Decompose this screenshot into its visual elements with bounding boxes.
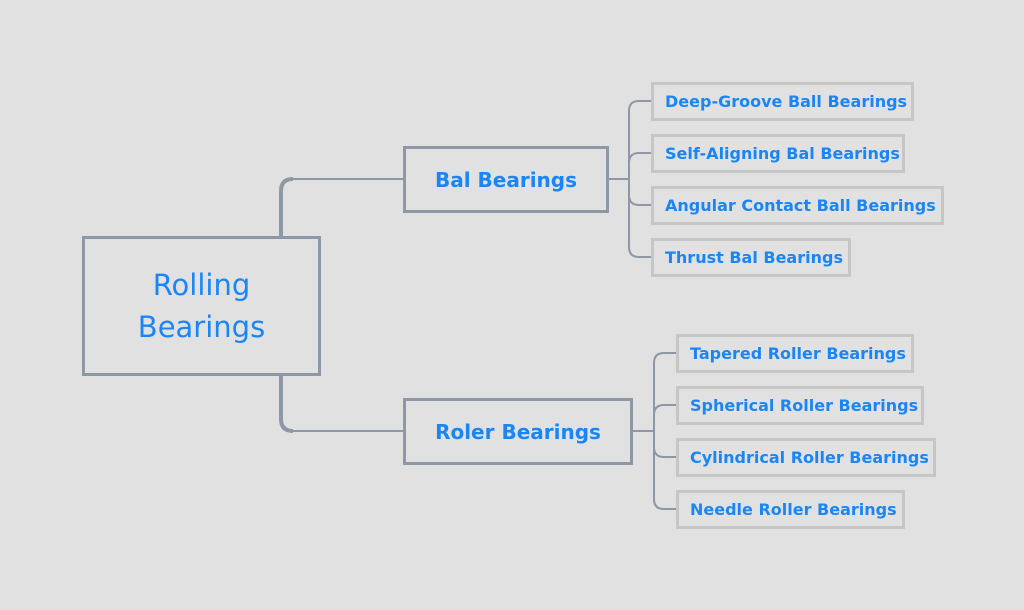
leaf-node-self-aligning[interactable]: Self-Aligning Bal Bearings [651, 134, 905, 173]
leaf-node-tapered[interactable]: Tapered Roller Bearings [676, 334, 914, 373]
leaf-node-thrust[interactable]: Thrust Bal Bearings [651, 238, 851, 277]
connector-roler-to-tapered [653, 352, 676, 431]
connector-root-to-bal [280, 178, 403, 236]
leaf-label: Self-Aligning Bal Bearings [665, 144, 900, 163]
root-label: Rolling Bearings [138, 264, 265, 348]
leaf-label: Needle Roller Bearings [690, 500, 897, 519]
leaf-label: Cylindrical Roller Bearings [690, 448, 929, 467]
connector-bal-to-deep-groove [628, 100, 651, 179]
leaf-label: Tapered Roller Bearings [690, 344, 906, 363]
connector-roler-to-needle [653, 431, 676, 510]
branch-node-bal-bearings[interactable]: Bal Bearings [403, 146, 609, 213]
connector-roler-to-spherical [653, 404, 676, 416]
leaf-node-angular-contact[interactable]: Angular Contact Ball Bearings [651, 186, 944, 225]
connector-root-to-roler [280, 376, 403, 432]
branch-node-roler-bearings[interactable]: Roler Bearings [403, 398, 633, 465]
root-label-line1: Rolling [152, 268, 251, 302]
leaf-node-spherical[interactable]: Spherical Roller Bearings [676, 386, 924, 425]
branch-label: Bal Bearings [434, 167, 578, 192]
connector-roler-to-cylindrical [653, 446, 676, 458]
connector-bal-to-thrust [628, 179, 651, 258]
leaf-label: Deep-Groove Ball Bearings [665, 92, 908, 111]
leaf-node-cylindrical[interactable]: Cylindrical Roller Bearings [676, 438, 936, 477]
leaf-node-needle[interactable]: Needle Roller Bearings [676, 490, 905, 529]
branch-label: Roler Bearings [435, 419, 601, 444]
connector-root-trunk-bottom [279, 376, 294, 433]
leaf-node-deep-groove[interactable]: Deep-Groove Ball Bearings [651, 82, 914, 121]
root-node[interactable]: Rolling Bearings [82, 236, 321, 376]
leaf-label: Spherical Roller Bearings [690, 396, 919, 415]
mind-map-canvas: Rolling Bearings Bal Bearings Roler Bear… [0, 0, 1024, 610]
connector-bal-to-angular [628, 194, 651, 206]
leaf-label: Angular Contact Ball Bearings [665, 196, 936, 215]
root-label-line2: Bearings [137, 310, 266, 344]
connector-root-trunk-top [279, 177, 294, 236]
leaf-label: Thrust Bal Bearings [665, 248, 843, 267]
connector-bal-to-self-aligning [628, 152, 651, 164]
